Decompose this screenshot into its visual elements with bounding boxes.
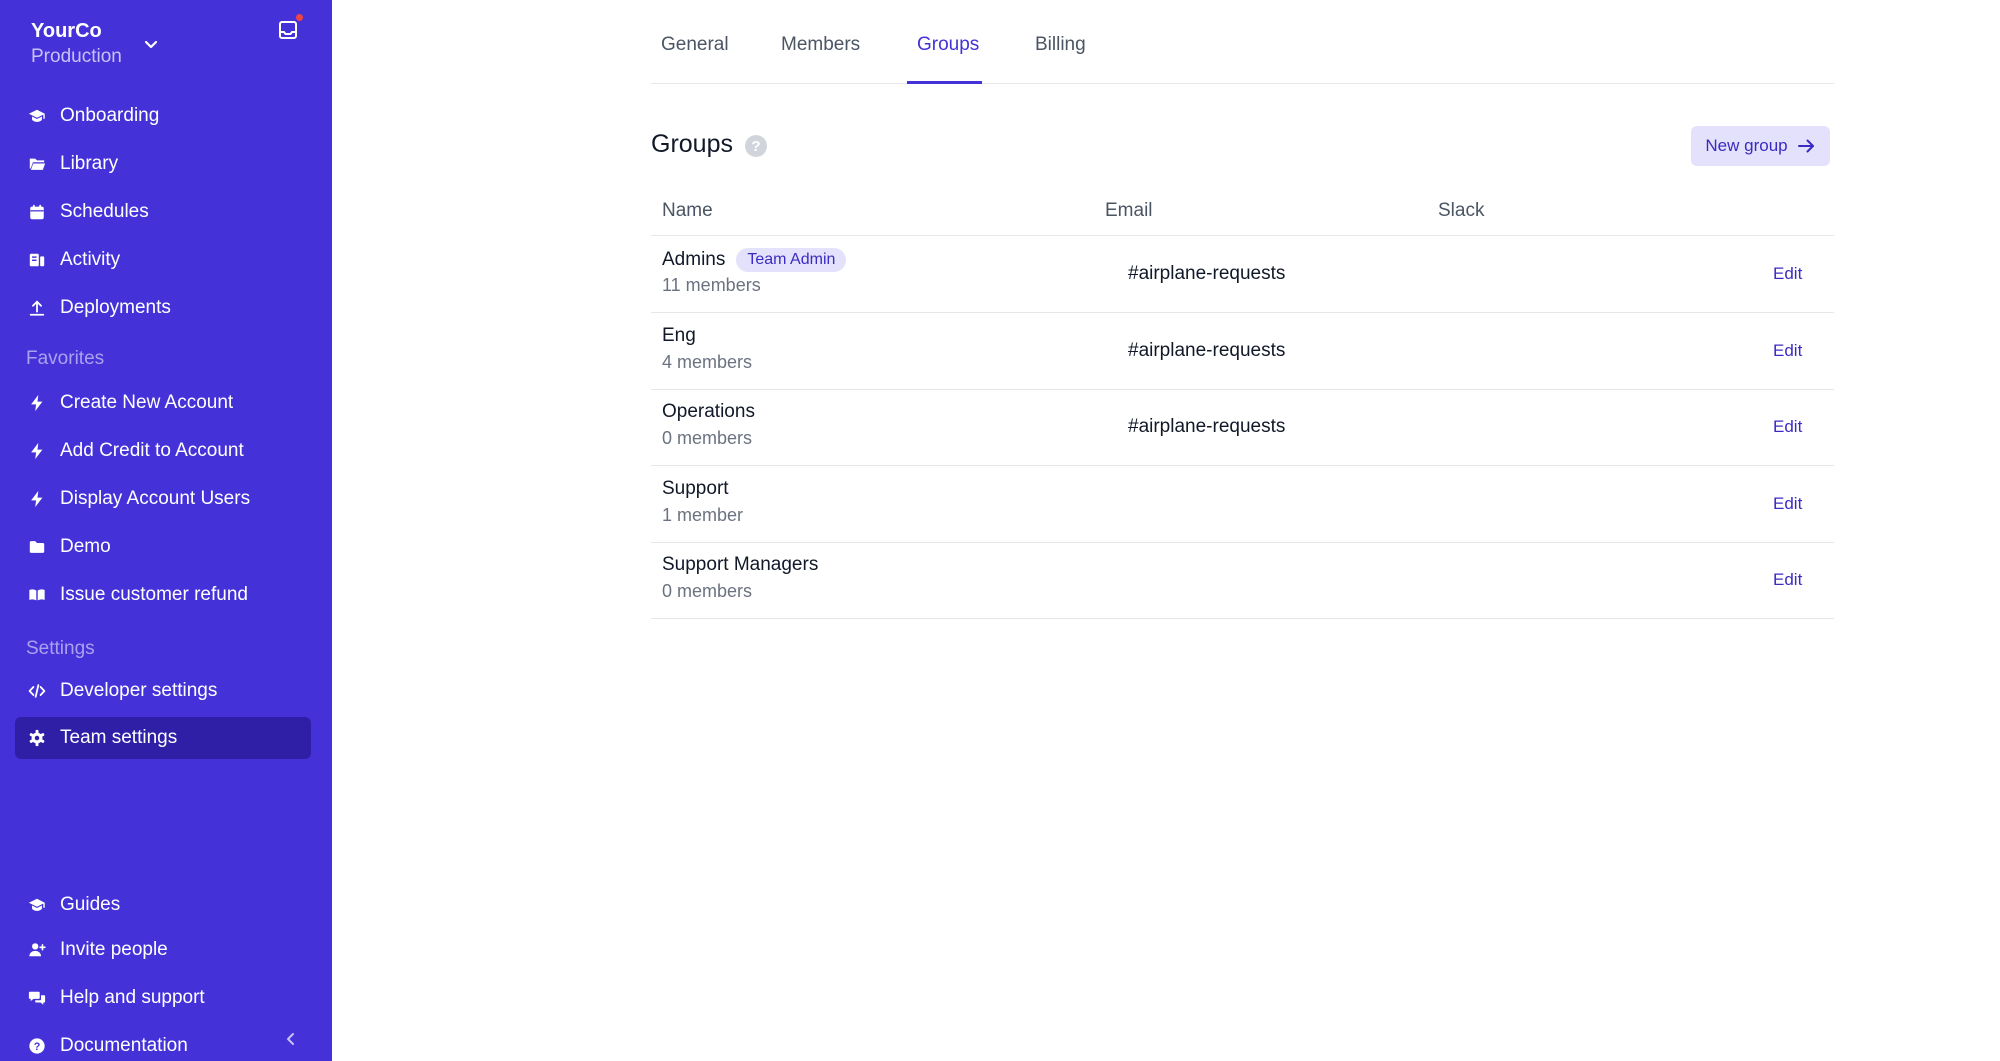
new-group-button[interactable]: New group [1691, 126, 1830, 166]
notification-dot [294, 12, 305, 23]
sidebar-item-schedules[interactable]: Schedules [15, 191, 311, 233]
sidebar-item-onboarding[interactable]: Onboarding [15, 95, 311, 137]
sidebar-item-label: Create New Account [60, 392, 234, 413]
sidebar-item-label: Guides [60, 894, 121, 915]
graduation-cap-icon [27, 106, 47, 126]
sidebar-item-documentation[interactable]: ? Documentation [15, 1025, 311, 1061]
slack-channel: #airplane-requests [1128, 340, 1286, 361]
group-name: Operations [662, 401, 755, 422]
group-name: Support [662, 478, 729, 499]
edit-link[interactable]: Edit [1773, 570, 1802, 590]
org-name: YourCo [31, 20, 102, 42]
column-header-name: Name [662, 200, 713, 221]
table-row: Support Managers 0 members Edit [651, 543, 1834, 619]
sidebar-item-label: Onboarding [60, 105, 160, 126]
group-name: Support Managers [662, 554, 819, 575]
sidebar-item-invite-people[interactable]: Invite people [15, 929, 311, 971]
sidebar-item-label: Library [60, 153, 119, 174]
activity-icon [27, 250, 47, 270]
collapse-sidebar-icon[interactable] [282, 1030, 300, 1048]
sidebar-item-label: Issue customer refund [60, 584, 248, 605]
svg-text:?: ? [34, 1041, 41, 1053]
member-count: 0 members [662, 581, 753, 601]
column-header-email: Email [1105, 200, 1153, 221]
settings-section-title: Settings [26, 638, 95, 659]
slack-channel: #airplane-requests [1128, 416, 1286, 437]
sidebar-item-label: Documentation [60, 1035, 188, 1056]
sidebar-item-deployments[interactable]: Deployments [15, 287, 311, 329]
tab-general[interactable]: General [661, 34, 729, 56]
org-switcher[interactable]: YourCo Production [31, 18, 122, 70]
chat-icon [27, 988, 47, 1008]
group-name: Eng [662, 325, 696, 346]
org-environment: Production [31, 46, 122, 67]
sidebar-item-add-credit[interactable]: Add Credit to Account [15, 430, 311, 472]
column-header-slack: Slack [1438, 200, 1485, 221]
table-row: Support 1 member Edit [651, 467, 1834, 543]
book-open-icon [27, 585, 47, 605]
edit-link[interactable]: Edit [1773, 341, 1802, 361]
sidebar-item-label: Team settings [60, 727, 178, 748]
sidebar-item-activity[interactable]: Activity [15, 239, 311, 281]
settings-tabs: General Members Groups Billing [651, 0, 1834, 84]
favorites-section-title: Favorites [26, 348, 105, 369]
sidebar-item-label: Help and support [60, 987, 205, 1008]
arrow-right-icon [1797, 139, 1814, 153]
sidebar-item-create-new-account[interactable]: Create New Account [15, 382, 311, 424]
slack-channel: #airplane-requests [1128, 263, 1286, 284]
team-admin-badge: Team Admin [736, 248, 847, 272]
edit-link[interactable]: Edit [1773, 264, 1802, 284]
sidebar-item-demo[interactable]: Demo [15, 526, 311, 568]
table-row: Eng 4 members #airplane-requests Edit [651, 314, 1834, 390]
bolt-icon [27, 489, 47, 509]
folder-open-icon [27, 154, 47, 174]
active-tab-indicator [907, 81, 982, 84]
folder-icon [27, 537, 47, 557]
sidebar: YourCo Production Onboarding Library Sch… [0, 0, 332, 1061]
new-group-label: New group [1705, 136, 1788, 155]
calendar-icon [27, 202, 47, 222]
sidebar-item-help-support[interactable]: Help and support [15, 977, 311, 1019]
edit-link[interactable]: Edit [1773, 494, 1802, 514]
group-name: Admins [662, 249, 726, 270]
user-plus-icon [27, 940, 47, 960]
tab-members[interactable]: Members [781, 34, 860, 56]
gear-icon [27, 728, 47, 748]
table-row: Operations 0 members #airplane-requests … [651, 390, 1834, 466]
member-count: 11 members [662, 275, 761, 295]
member-count: 0 members [662, 428, 753, 448]
table-header: Name Email Slack [651, 196, 1834, 236]
bolt-icon [27, 441, 47, 461]
sidebar-item-developer-settings[interactable]: Developer settings [15, 670, 311, 712]
table-row: Admins Team Admin 11 members #airplane-r… [651, 237, 1834, 313]
edit-link[interactable]: Edit [1773, 417, 1802, 437]
code-icon [27, 681, 47, 701]
sidebar-item-label: Invite people [60, 939, 168, 960]
sidebar-item-guides[interactable]: Guides [15, 884, 311, 926]
sidebar-item-label: Demo [60, 536, 111, 557]
graduation-cap-icon [27, 895, 47, 915]
question-circle-icon: ? [27, 1036, 47, 1056]
sidebar-item-label: Activity [60, 249, 121, 270]
tab-billing[interactable]: Billing [1035, 34, 1086, 56]
sidebar-item-issue-refund[interactable]: Issue customer refund [15, 574, 311, 616]
sidebar-item-library[interactable]: Library [15, 143, 311, 185]
member-count: 4 members [662, 352, 753, 372]
sidebar-item-label: Deployments [60, 297, 171, 318]
sidebar-item-display-account-users[interactable]: Display Account Users [15, 478, 311, 520]
help-icon[interactable]: ? [745, 135, 767, 157]
member-count: 1 member [662, 505, 744, 525]
sidebar-item-team-settings[interactable]: Team settings [15, 717, 311, 759]
bolt-icon [27, 393, 47, 413]
sidebar-item-label: Schedules [60, 201, 149, 222]
sidebar-item-label: Add Credit to Account [60, 440, 244, 461]
upload-icon [27, 298, 47, 318]
sidebar-item-label: Display Account Users [60, 488, 251, 509]
sidebar-item-label: Developer settings [60, 680, 218, 701]
chevron-down-icon[interactable] [141, 35, 161, 55]
tab-groups[interactable]: Groups [917, 34, 979, 56]
page-title: Groups [651, 130, 733, 158]
